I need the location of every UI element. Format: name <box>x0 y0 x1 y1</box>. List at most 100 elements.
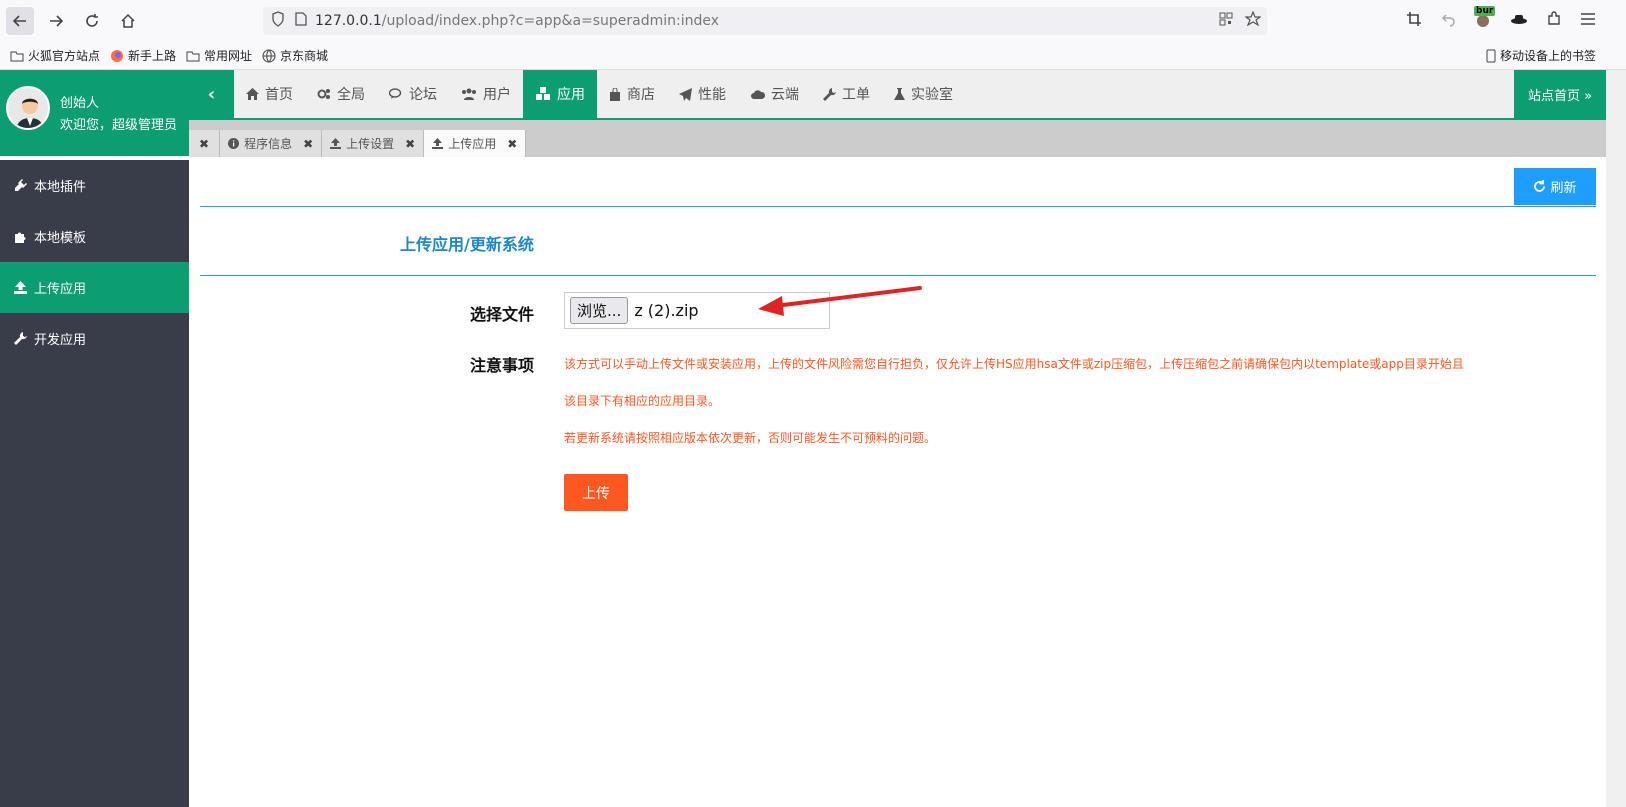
users-icon <box>462 88 476 100</box>
nav-label: 性能 <box>698 87 726 103</box>
nav-label: 实验室 <box>911 87 953 103</box>
nav-forum[interactable]: 论坛 <box>377 70 449 118</box>
qr-code-icon[interactable] <box>1219 12 1233 30</box>
flask-icon <box>894 87 905 100</box>
bookmark-item[interactable]: 新手上路 <box>110 47 176 64</box>
sidebar-item-local-plugins[interactable]: 本地插件 <box>0 160 189 211</box>
close-icon[interactable]: ✖ <box>507 137 517 151</box>
nav-label: 首页 <box>265 87 293 103</box>
admin-app: 创始人 欢迎您，超级管理员 ‹ 首页 全局 论坛 用户 应用 商店 性能 云端 … <box>0 70 1606 807</box>
puzzle-icon <box>15 232 26 243</box>
nav-users[interactable]: 用户 <box>449 70 523 118</box>
user-name: 创始人 <box>60 96 100 111</box>
globe-icon <box>262 49 276 62</box>
nav-lab[interactable]: 实验室 <box>882 70 965 118</box>
bookmark-label: 新手上路 <box>128 49 177 63</box>
refresh-button[interactable]: 刷新 <box>1514 168 1596 205</box>
crop-icon[interactable] <box>1406 11 1422 31</box>
nav-label: 商店 <box>627 87 655 103</box>
upload-button[interactable]: 上传 <box>564 474 628 511</box>
gears-icon <box>317 89 330 99</box>
cloud-icon <box>751 90 765 99</box>
selected-file-name: z (2).zip <box>634 301 699 320</box>
close-icon: ✖ <box>199 136 210 151</box>
sidebar-item-upload-app[interactable]: 上传应用 <box>0 262 189 313</box>
star-icon[interactable] <box>1244 10 1262 31</box>
bookmark-label: 火狐官方站点 <box>28 49 101 63</box>
menu-icon[interactable] <box>1580 12 1596 30</box>
tab-program-info[interactable]: 程序信息 ✖ <box>220 130 323 157</box>
top-nav: ‹ 首页 全局 论坛 用户 应用 商店 性能 云端 工单 实验室 站点首页 » <box>189 70 1606 120</box>
reload-button[interactable] <box>78 7 106 35</box>
upload-icon <box>432 138 444 149</box>
burp-label: bur <box>1474 6 1496 16</box>
close-icon[interactable]: ✖ <box>303 137 313 151</box>
section-title: 上传应用/更新系统 <box>400 235 534 254</box>
chevron-left-icon: ‹ <box>207 83 216 105</box>
folder-icon <box>10 51 24 61</box>
extensions-icon[interactable] <box>1546 11 1562 31</box>
mobile-bookmarks-label: 移动设备上的书签 <box>1499 49 1596 63</box>
tab-upload-settings[interactable]: 上传设置 ✖ <box>322 130 425 157</box>
divider <box>200 275 1596 276</box>
avatar <box>6 86 50 130</box>
tab-label: 上传设置 <box>346 137 395 151</box>
home-icon <box>246 88 259 100</box>
hat-icon[interactable] <box>1510 13 1528 29</box>
sidebar-item-local-templates[interactable]: 本地模板 <box>0 211 189 262</box>
nav-cloud[interactable]: 云端 <box>738 70 811 118</box>
browse-button[interactable]: 浏览... <box>570 297 629 324</box>
notes-label: 注意事项 <box>470 356 535 375</box>
file-input[interactable]: 浏览... z (2).zip <box>564 292 830 329</box>
back-button[interactable] <box>6 7 34 35</box>
bookmark-item[interactable]: 火狐官方站点 <box>10 47 100 64</box>
tab-label: 上传应用 <box>448 137 497 151</box>
home-button[interactable] <box>114 7 142 35</box>
close-all-tabs-button[interactable]: ✖ <box>189 130 221 157</box>
comments-icon <box>389 88 402 99</box>
file-label: 选择文件 <box>470 305 535 324</box>
info-icon <box>228 138 240 149</box>
sidebar-item-develop-app[interactable]: 开发应用 <box>0 313 189 364</box>
site-home-label: 站点首页 » <box>1527 88 1593 104</box>
divider <box>200 206 1596 207</box>
nav-label: 云端 <box>771 87 799 103</box>
sidebar-item-label: 本地模板 <box>34 231 87 246</box>
note-text: 若更新系统请按照相应版本依次更新，否则可能发生不可预料的问题。 <box>564 431 937 445</box>
firefox-icon <box>111 49 124 62</box>
folder-icon <box>186 51 200 61</box>
address-bar[interactable]: 127.0.0.1/upload/index.php?c=app&a=super… <box>263 7 1267 35</box>
close-icon[interactable]: ✖ <box>405 137 415 151</box>
nav-label: 用户 <box>483 87 511 103</box>
nav-store[interactable]: 商店 <box>597 70 667 118</box>
undo-icon[interactable] <box>1440 11 1456 31</box>
user-panel: 创始人 欢迎您，超级管理员 <box>0 70 189 158</box>
bookmark-item[interactable]: 常用网址 <box>186 47 252 64</box>
page-scrollbar[interactable] <box>1606 70 1626 807</box>
url-host: 127.0.0.1 <box>315 13 382 29</box>
nav-performance[interactable]: 性能 <box>667 70 738 118</box>
sidebar-item-label: 上传应用 <box>34 282 87 297</box>
mobile-bookmarks[interactable]: 移动设备上的书签 <box>1486 47 1596 64</box>
bookmark-label: 常用网址 <box>204 49 253 63</box>
nav-apps[interactable]: 应用 <box>523 70 597 118</box>
nav-label: 论坛 <box>409 87 437 103</box>
browser-toolbar: 127.0.0.1/upload/index.php?c=app&a=super… <box>0 0 1626 42</box>
tab-bar: ✖ 程序信息 ✖ 上传设置 ✖ 上传应用 ✖ <box>189 120 1606 157</box>
tab-upload-app[interactable]: 上传应用 ✖ <box>424 130 527 157</box>
url-text: 127.0.0.1/upload/index.php?c=app&a=super… <box>315 13 719 29</box>
site-home-button[interactable]: 站点首页 » <box>1514 70 1606 118</box>
nav-tickets[interactable]: 工单 <box>811 70 882 118</box>
note-text: 该目录下有相应的应用目录。 <box>564 394 721 408</box>
note-text: 该方式可以手动上传文件或安装应用，上传的文件风险需您自行担负，仅允许上传HS应用… <box>564 357 1464 371</box>
reload-icon <box>86 14 98 27</box>
bookmark-item[interactable]: 京东商城 <box>262 47 328 64</box>
nav-home[interactable]: 首页 <box>234 70 305 118</box>
shield-icon <box>271 11 285 31</box>
forward-button[interactable] <box>42 7 70 35</box>
refresh-label: 刷新 <box>1550 181 1577 196</box>
nav-global[interactable]: 全局 <box>305 70 377 118</box>
burp-extension-icon[interactable]: bur <box>1474 6 1496 32</box>
mobile-icon <box>1486 49 1496 62</box>
collapse-sidebar-button[interactable]: ‹ <box>189 70 234 118</box>
